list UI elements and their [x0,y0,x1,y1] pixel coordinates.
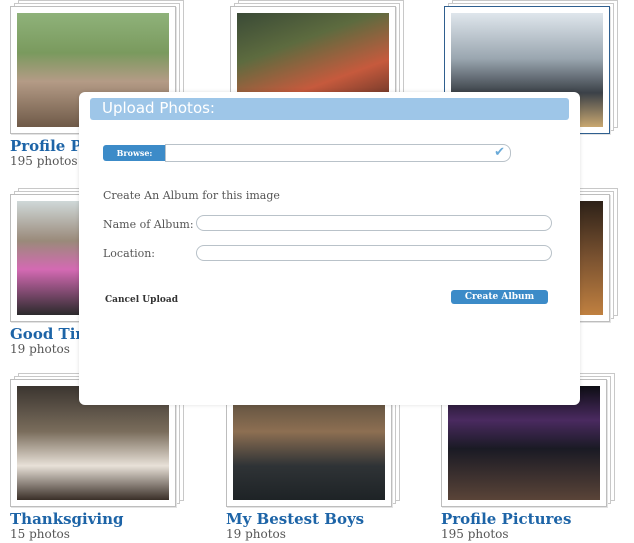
upload-photos-dialog: Upload Photos: Browse: ✔ Create An Album… [79,92,580,405]
album-title[interactable]: My Bestest Boys [226,510,364,528]
album-photo-count: 19 photos [226,527,286,541]
dialog-title: Upload Photos: [102,99,215,117]
file-path-field[interactable]: ✔ [165,144,511,162]
album-photo-count: 195 photos [10,154,78,168]
album-photo-count: 15 photos [10,527,70,541]
album-title[interactable]: Thanksgiving [10,510,124,528]
album-name-input[interactable] [196,215,552,231]
check-icon: ✔ [494,145,505,160]
location-label: Location: [103,247,155,260]
create-album-button[interactable]: Create Album [451,290,548,304]
album-photo-count: 195 photos [441,527,509,541]
cancel-upload-link[interactable]: Cancel Upload [105,295,178,305]
dialog-header: Upload Photos: [90,98,569,120]
location-input[interactable] [196,245,552,261]
browse-button[interactable]: Browse: [103,145,166,161]
album-title[interactable]: Profile Pictures [441,510,571,528]
album-photo-count: 19 photos [10,342,70,356]
file-browse-row: Browse: ✔ [103,144,511,162]
create-album-heading: Create An Album for this image [103,189,280,202]
album-name-label: Name of Album: [103,218,194,231]
